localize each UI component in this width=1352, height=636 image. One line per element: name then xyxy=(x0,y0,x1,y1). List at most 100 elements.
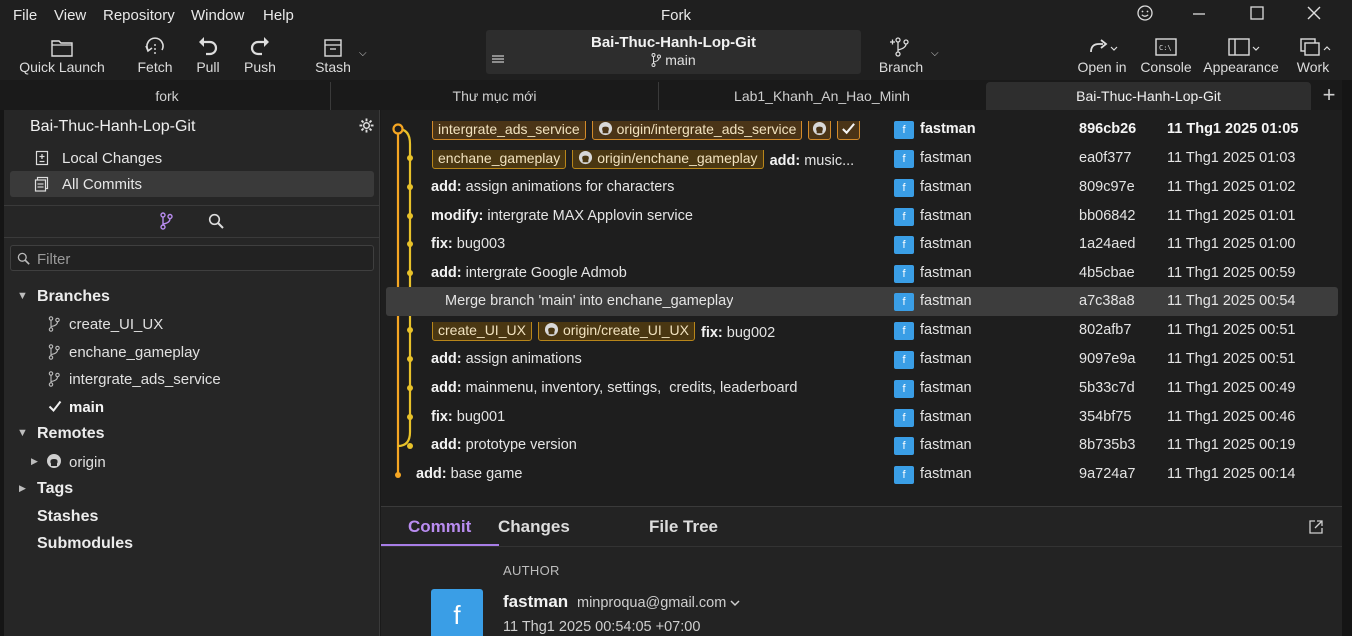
branch-dropdown-icon[interactable]: ⌵ xyxy=(931,48,939,59)
author-avatar: f xyxy=(894,293,914,311)
tab-fork[interactable]: fork xyxy=(4,82,331,110)
work-button[interactable]: Work xyxy=(1290,34,1336,78)
author-email[interactable]: minproqua@gmail.com xyxy=(577,595,740,611)
branch-item-create-ui-ux[interactable]: create_UI_UX xyxy=(4,312,380,336)
remotes-section[interactable]: ▼ Remotes xyxy=(4,422,380,446)
checkmark-icon xyxy=(48,400,62,413)
commit-text: intergrate MAX Applovin service xyxy=(483,208,693,224)
github-tag[interactable] xyxy=(808,121,832,140)
branch-tag[interactable]: create_UI_UX xyxy=(432,322,532,341)
author-avatar: f xyxy=(894,351,914,369)
branch-tag[interactable]: intergrate_ads_service xyxy=(432,121,586,140)
close-icon[interactable] xyxy=(1296,4,1332,26)
fetch-button[interactable]: Fetch xyxy=(132,34,178,78)
new-tab-button[interactable]: + xyxy=(1316,82,1342,108)
branch-tag-label: create_UI_UX xyxy=(438,322,526,338)
stashes-section[interactable]: Stashes xyxy=(4,505,380,529)
sidebar-all-commits[interactable]: All Commits xyxy=(10,171,374,197)
author-avatar: f xyxy=(894,150,914,168)
menu-repository[interactable]: Repository xyxy=(103,7,175,24)
push-button[interactable]: Push xyxy=(238,34,282,78)
gear-icon[interactable] xyxy=(359,118,374,133)
branches-section[interactable]: ▼ Branches xyxy=(4,285,380,309)
current-branch-tag[interactable] xyxy=(837,121,861,140)
commit-author: fastman xyxy=(920,437,972,453)
tab-lab1[interactable]: Lab1_Khanh_An_Hao_Minh xyxy=(659,82,985,110)
branch-item-enchane-gameplay[interactable]: enchane_gameplay xyxy=(4,340,380,364)
commit-text: bug003 xyxy=(452,236,506,252)
author-avatar: f xyxy=(894,322,914,340)
branch-tag-label: intergrate_ads_service xyxy=(438,121,580,137)
commit-row[interactable]: create_UI_UX origin/create_UI_UX fix: bug0… xyxy=(381,316,1342,345)
remote-branch-tag[interactable]: origin/intergrate_ads_service xyxy=(591,121,803,140)
commit-row[interactable]: fix: bug001 f fastman 354bf75 11 Thg1 20… xyxy=(381,403,1342,432)
tab-commit[interactable]: Commit xyxy=(408,517,471,537)
filter-input[interactable] xyxy=(37,249,367,269)
tab-changes[interactable]: Changes xyxy=(498,517,570,537)
commit-sha: 9a724a7 xyxy=(1079,466,1136,482)
commit-row[interactable]: enchane_gameplay origin/enchane_gameplay a… xyxy=(381,144,1342,173)
commit-row[interactable]: intergrate_ads_service origin/intergrate_… xyxy=(381,115,1342,144)
branch-button[interactable]: Branch xyxy=(878,34,924,78)
fetch-label: Fetch xyxy=(137,59,173,75)
branch-item-intergrate-ads-service[interactable]: intergrate_ads_service xyxy=(4,367,380,391)
open-in-button[interactable]: Open in xyxy=(1074,34,1130,78)
popout-icon[interactable] xyxy=(1308,519,1324,535)
stash-button[interactable]: Stash xyxy=(312,34,354,78)
commit-text: music... xyxy=(800,152,855,169)
branch-item-main[interactable]: main xyxy=(4,395,380,419)
commit-sha: 896cb26 xyxy=(1079,121,1137,137)
commit-date: 11 Thg1 2025 01:01 xyxy=(1167,208,1296,224)
commit-row[interactable]: fix: bug003 f fastman 1a24aed 11 Thg1 20… xyxy=(381,230,1342,259)
menu-help[interactable]: Help xyxy=(263,7,294,24)
menu-window[interactable]: Window xyxy=(191,7,244,24)
commit-author: fastman xyxy=(920,179,972,195)
submodules-section[interactable]: Submodules xyxy=(4,532,380,556)
maximize-icon[interactable] xyxy=(1239,4,1275,26)
menu-view[interactable]: View xyxy=(54,7,86,24)
collapsed-caret-icon: ▶ xyxy=(31,456,38,466)
commit-row[interactable]: add: intergrate Google Admob f fastman 4… xyxy=(381,259,1342,288)
commit-row[interactable]: add: mainmenu, inventory, settings, cred… xyxy=(381,374,1342,403)
appearance-icon xyxy=(1228,38,1260,56)
pull-icon xyxy=(199,37,218,56)
search-icon[interactable] xyxy=(208,213,224,229)
sidebar-local-changes[interactable]: Local Changes xyxy=(10,145,374,171)
tab-bai-thuc-hanh[interactable]: Bai-Thuc-Hanh-Lop-Git xyxy=(986,82,1311,110)
stash-label: Stash xyxy=(315,59,351,75)
commit-date: 11 Thg1 2025 01:03 xyxy=(1167,150,1296,166)
minimize-icon[interactable] xyxy=(1181,4,1217,26)
commit-text: mainmenu, inventory, settings, credits, … xyxy=(461,380,798,396)
github-icon xyxy=(579,150,593,165)
commit-sha: 4b5cbae xyxy=(1079,265,1135,281)
feedback-smiley-icon[interactable] xyxy=(1127,4,1163,26)
appearance-label: Appearance xyxy=(1203,59,1279,75)
repository-selector[interactable]: Bai-Thuc-Hanh-Lop-Git main xyxy=(486,30,861,74)
new-branch-icon xyxy=(890,37,909,57)
branches-view-icon[interactable] xyxy=(159,212,173,230)
branch-tag[interactable]: enchane_gameplay xyxy=(432,150,567,169)
console-button[interactable]: C:\ Console xyxy=(1140,34,1192,78)
menu-file[interactable]: File xyxy=(13,7,37,24)
tags-section[interactable]: ▶ Tags xyxy=(4,477,380,501)
stash-dropdown-icon[interactable]: ⌵ xyxy=(359,48,367,59)
commit-row[interactable]: add: assign animations f fastman 9097e9a… xyxy=(381,345,1342,374)
quick-launch-button[interactable]: Quick Launch xyxy=(18,34,106,78)
commit-prefix: add: xyxy=(431,179,462,195)
pull-button[interactable]: Pull xyxy=(188,34,228,78)
appearance-button[interactable]: Appearance xyxy=(1202,34,1280,78)
remote-branch-tag[interactable]: origin/create_UI_UX xyxy=(537,322,695,341)
commit-row[interactable]: add: base game f fastman 9a724a7 11 Thg1… xyxy=(381,460,1342,489)
commit-row-selected[interactable]: Merge branch 'main' into enchane_gamepla… xyxy=(386,287,1338,316)
filter-field[interactable] xyxy=(10,245,374,271)
commit-row[interactable]: add: prototype version f fastman 8b735b3… xyxy=(381,431,1342,460)
commit-message: create_UI_UX origin/create_UI_UX fix: bug0… xyxy=(432,322,884,344)
remote-branch-tag[interactable]: origin/enchane_gameplay xyxy=(572,150,764,169)
remote-item-origin[interactable]: ▶ origin xyxy=(4,450,380,474)
tab-thu-muc-moi[interactable]: Thư mục mới xyxy=(331,82,659,110)
commit-row[interactable]: modify: intergrate MAX Applovin service … xyxy=(381,202,1342,231)
commit-date: 11 Thg1 2025 00:14 xyxy=(1167,466,1296,482)
commit-row[interactable]: add: assign animations for characters f … xyxy=(381,173,1342,202)
commit-sha: ea0f377 xyxy=(1079,150,1132,166)
tab-file-tree[interactable]: File Tree xyxy=(649,517,718,537)
